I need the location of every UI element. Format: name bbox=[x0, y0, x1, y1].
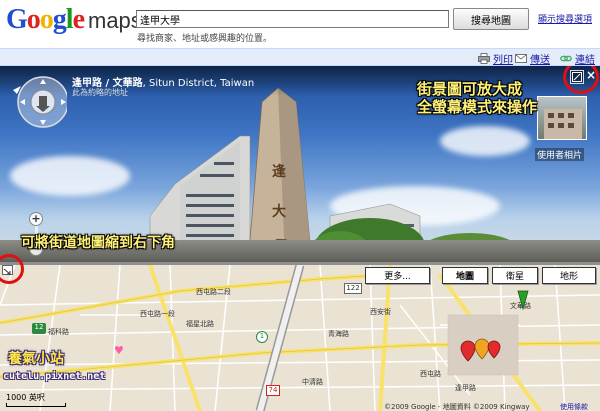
header: Google maps 尋找商家、地址或感興趣的位置。 搜尋地圖 顯示搜尋選項 bbox=[0, 0, 600, 48]
action-bar: 列印 傳送 連結 bbox=[0, 48, 600, 66]
logo-letter: G bbox=[6, 4, 28, 35]
address-note: 此為約略的地址 bbox=[72, 88, 128, 97]
logo-letter: e bbox=[72, 4, 85, 35]
road-label: 西屯路一段 bbox=[140, 310, 175, 318]
logo-letter: g bbox=[52, 4, 67, 35]
map-type-satellite[interactable]: 衛星 bbox=[492, 267, 538, 284]
route-badge: 74 bbox=[266, 385, 280, 396]
search-input[interactable] bbox=[136, 10, 449, 28]
annotation-line: 全螢幕模式來操作 bbox=[417, 98, 538, 116]
road-label: 西屯路 bbox=[420, 370, 441, 378]
map-type-map[interactable]: 地圖 bbox=[442, 267, 488, 284]
address-sub: , Situn District, Taiwan bbox=[142, 78, 255, 89]
route-badge: 1 bbox=[256, 331, 268, 343]
road-label: 西安街 bbox=[370, 308, 391, 316]
send-link[interactable]: 傳送 bbox=[515, 51, 550, 66]
send-label: 傳送 bbox=[530, 55, 550, 66]
envelope-icon bbox=[515, 54, 527, 63]
compass-icon[interactable] bbox=[7, 72, 67, 144]
link-label: 連結 bbox=[575, 55, 595, 66]
search-options-link[interactable]: 顯示搜尋選項 bbox=[538, 12, 592, 25]
search-hint: 尋找商家、地址或感興趣的位置。 bbox=[137, 34, 273, 44]
print-label: 列印 bbox=[493, 55, 513, 66]
logo-letter: o bbox=[39, 4, 54, 35]
road-label: 福星北路 bbox=[186, 320, 214, 328]
annotation-line: 街景圖可放大成 bbox=[417, 80, 523, 98]
logo-letter: l bbox=[65, 4, 74, 35]
zoom-in-button[interactable]: + bbox=[29, 212, 43, 226]
print-link[interactable]: 列印 bbox=[478, 51, 513, 66]
map-scale: 1000 英呎 bbox=[6, 393, 45, 402]
map-copyright: ©2009 Google - 地圖資料 ©2009 Kingway bbox=[384, 403, 530, 411]
road-label: 青海路 bbox=[328, 330, 349, 338]
logo-letter: o bbox=[26, 4, 41, 35]
heart-icon: ♥ bbox=[114, 344, 124, 357]
marker-icon[interactable] bbox=[458, 337, 508, 377]
watermark-url: cutelu.pixnet.net bbox=[3, 371, 106, 382]
thumbnail-caption: 使用者相片 bbox=[535, 148, 585, 161]
map-type-terrain[interactable]: 地形 bbox=[542, 267, 596, 284]
road-label: 逢甲路 bbox=[455, 384, 476, 392]
map-canvas[interactable]: 12 74 1 122 西屯路二段 西屯路一段 福星北路 福科路 西安街 福星路… bbox=[0, 265, 600, 411]
link-icon bbox=[560, 55, 572, 62]
annotation-fullscreen: 街景圖可放大成 全螢幕模式來操作 bbox=[417, 80, 537, 116]
scale-bar bbox=[6, 403, 66, 407]
route-badge: 122 bbox=[344, 283, 362, 294]
printer-icon bbox=[478, 53, 490, 64]
logo-maps: maps bbox=[88, 8, 142, 33]
annotation-shrink: 可將街道地圖縮到右下角 bbox=[21, 235, 175, 251]
road-label: 中清路 bbox=[302, 378, 323, 386]
obelisk-engraving: 大 bbox=[272, 203, 286, 220]
logo-google: Google bbox=[6, 3, 85, 37]
map-roads bbox=[0, 265, 600, 411]
google-maps-logo[interactable]: Google maps bbox=[6, 3, 142, 39]
route-badge: 12 bbox=[32, 323, 46, 334]
terms-link[interactable]: 使用條款 bbox=[560, 402, 588, 411]
search-maps-button[interactable]: 搜尋地圖 bbox=[453, 8, 529, 30]
user-photo-thumbnail[interactable] bbox=[537, 96, 587, 140]
more-button[interactable]: 更多... bbox=[365, 267, 430, 284]
watermark-title: 養氣小站 bbox=[8, 351, 64, 367]
road-label: 福科路 bbox=[48, 328, 69, 336]
road-label: 西屯路二段 bbox=[196, 288, 231, 296]
link-link[interactable]: 連結 bbox=[560, 51, 595, 66]
pegman-icon[interactable] bbox=[515, 289, 531, 311]
obelisk-engraving: 逢 bbox=[272, 163, 286, 180]
